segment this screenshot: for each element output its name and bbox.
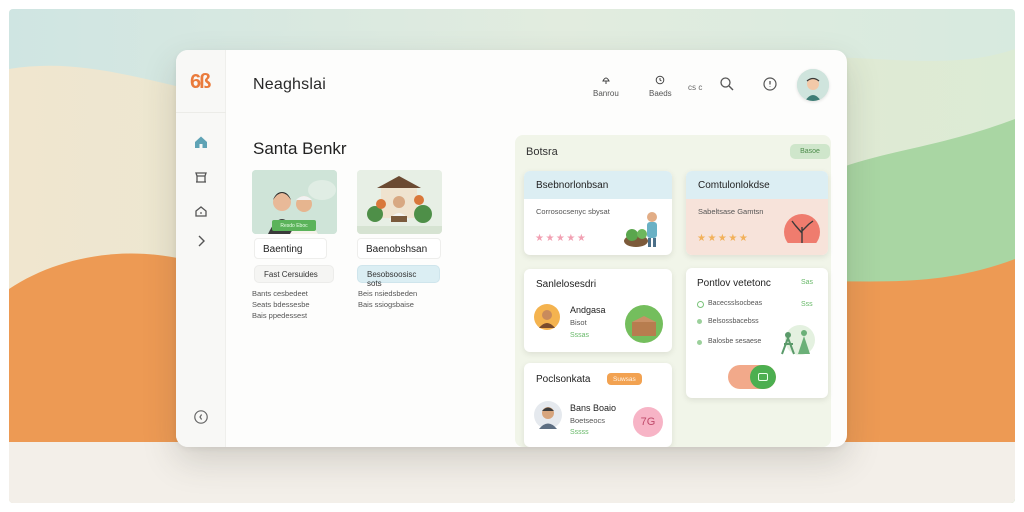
desc-line: Bais ssiogsbaise: [358, 300, 414, 309]
contact-meta: Sssss: [570, 429, 589, 436]
section-title: Santa Benkr: [253, 139, 347, 158]
desc-line: Bants cesbedeet: [252, 289, 308, 298]
profile-meta: Sssas: [570, 332, 590, 339]
store-icon[interactable]: [192, 168, 210, 186]
profile-subtitle: Bisot: [570, 318, 587, 327]
user-avatar[interactable]: [797, 69, 829, 101]
home-outline-icon[interactable]: [192, 202, 210, 220]
panel-chip[interactable]: Basoe: [790, 144, 830, 159]
bullet-icon: [697, 319, 702, 324]
panel-title: Botsra: [526, 146, 558, 158]
tile-description: Beis nsiedsbeden Bais ssiogsbaise: [358, 288, 444, 310]
search-icon[interactable]: [719, 76, 735, 92]
toggle-knob: [750, 365, 776, 389]
card-subtitle: Corrosocsenyc sbysat: [536, 207, 610, 216]
card-subtitle: Sabeltsase Gamtsn: [698, 207, 764, 216]
tile-chip[interactable]: Fast Cersuides: [254, 265, 334, 283]
box-illustration: [625, 305, 663, 343]
app-logo[interactable]: 6ß: [190, 71, 211, 94]
avatar: [534, 304, 560, 330]
gardener-illustration: [624, 212, 657, 247]
nav-label: Baeds: [649, 89, 672, 98]
desc-line: Bais ppedessest: [252, 311, 308, 320]
contact-card[interactable]: Poclsonkata Suwsas Bans Boaio Boetseocs …: [524, 363, 672, 447]
nav-banrou[interactable]: Banrou: [593, 74, 619, 98]
app-title: Neaghslai: [253, 76, 326, 93]
card-title: Pontlov vetetonc: [697, 278, 771, 289]
initials-badge: 7G: [633, 407, 663, 437]
sidebar: 6ß: [176, 50, 226, 447]
card-title: Comtulonlokdse: [686, 171, 828, 199]
check-icon: [697, 301, 704, 308]
info-icon[interactable]: [192, 408, 210, 426]
clock-icon: [654, 74, 666, 86]
question-icon[interactable]: [762, 76, 778, 92]
tile-tag: Resdo Eboc: [272, 220, 316, 231]
activity-meta: Sss: [801, 301, 813, 308]
lamp-icon: [600, 74, 612, 86]
hikers-illustration: [781, 325, 815, 355]
header-small-label: ᴄꜱ ᴄ: [688, 83, 703, 92]
tile-name[interactable]: Baenobshsan: [357, 238, 441, 259]
bullet-icon: [697, 340, 702, 345]
recommend-card[interactable]: Bsebnorlonbsan Corrosocsenyc sbysat ★★★★…: [524, 171, 672, 255]
chevron-right-icon[interactable]: [192, 232, 210, 250]
tile-thumbnail[interactable]: [357, 170, 442, 234]
nav-baeds[interactable]: Baeds: [649, 74, 672, 98]
tree-illustration: [782, 214, 822, 251]
card-title: Poclsonkata: [536, 374, 591, 385]
activity-item: Balosbe sesaese: [708, 338, 762, 345]
contact-subtitle: Boetseocs: [570, 416, 606, 425]
card-icon: [758, 373, 768, 381]
avatar: [534, 401, 562, 429]
tile-name[interactable]: Baenting: [254, 238, 327, 259]
tile-chip[interactable]: Besobsoosisc sots: [357, 265, 440, 288]
desc-line: Beis nsiedsbeden: [358, 289, 418, 298]
toggle-switch[interactable]: [728, 365, 776, 389]
desc-line: Seats bdessesbe: [252, 300, 310, 309]
card-badge[interactable]: Suwsas: [607, 373, 642, 385]
home-icon[interactable]: [192, 133, 210, 151]
nav-label: Banrou: [593, 89, 619, 98]
profile-card[interactable]: Sanlelosesdri Andgasa Bisot Sssas: [524, 269, 672, 352]
profile-name: Andgasa: [570, 305, 606, 315]
card-title: Sanlelosesdri: [536, 279, 597, 290]
card-badge: Sas: [801, 279, 814, 286]
activity-item: Bacecsslsocbeas: [708, 300, 763, 307]
tile-description: Bants cesbedeet Seats bdessesbe Bais ppe…: [252, 288, 338, 321]
card-title: Bsebnorlonbsan: [524, 171, 672, 199]
contact-name: Bans Boaio: [570, 403, 617, 413]
sidebar-divider: [176, 112, 226, 113]
reader-illustration: [357, 170, 442, 234]
star-rating: ★★★★★: [697, 233, 750, 244]
star-rating: ★★★★★: [535, 233, 588, 244]
app-window: 6ß Neaghslai Banrou Baeds ᴄꜱ ᴄ Santa Ben…: [176, 50, 847, 447]
activity-item: Belsossbacebss: [708, 318, 759, 325]
community-card[interactable]: Comtulonlokdse Sabeltsase Gamtsn ★★★★★: [686, 171, 828, 255]
tile-thumbnail[interactable]: Resdo Eboc: [252, 170, 337, 234]
